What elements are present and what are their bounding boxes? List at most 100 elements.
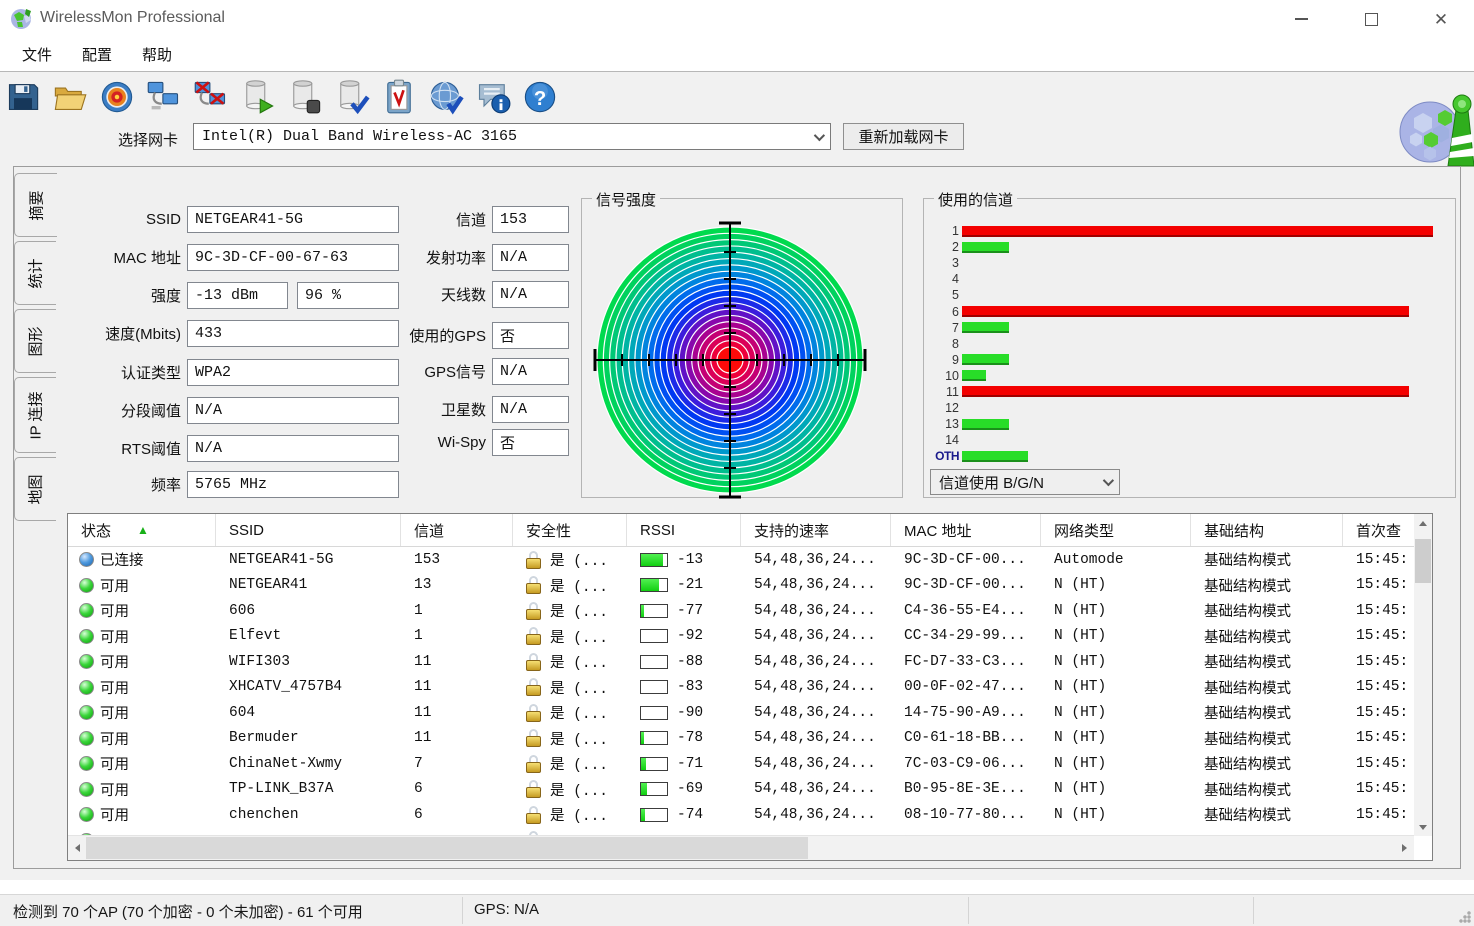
channel-bar [962, 419, 1009, 430]
cell: Bermuder [216, 730, 401, 746]
table-row[interactable]: 可用NETGEAR4113是 (...-2154,48,36,24...9C-3… [68, 573, 1414, 599]
cell: -69 [627, 781, 741, 797]
chevron-down-icon [814, 129, 825, 140]
cell: 基础结构模式 [1191, 779, 1343, 800]
channel-label: 12 [930, 401, 962, 415]
field-label-antenna-count: 天线数 [344, 284, 486, 305]
cell: -92 [627, 628, 741, 644]
status-sphere-icon [79, 705, 94, 720]
help-icon[interactable]: ? [522, 79, 558, 115]
disconnect-network-icon[interactable] [193, 79, 229, 115]
menu-item-help[interactable]: 帮助 [132, 40, 182, 69]
table-row[interactable]: 已连接NETGEAR41-5G153是 (...-1354,48,36,24..… [68, 547, 1414, 573]
cell: 9C-3D-CF-00... [891, 577, 1041, 593]
horizontal-scrollbar[interactable] [68, 835, 1414, 860]
cell: C4-36-55-E4... [891, 603, 1041, 619]
adapter-combobox[interactable]: Intel(R) Dual Band Wireless-AC 3165 [193, 123, 831, 150]
table-row[interactable]: 可用ChinaNet-Xwmy7是 (...-7154,48,36,24...7… [68, 751, 1414, 777]
cell: 可用 [68, 575, 216, 596]
channel-row-1: 1 [930, 223, 1447, 239]
cell: B0-95-8E-3E... [891, 781, 1041, 797]
open-folder-icon[interactable] [52, 79, 88, 115]
table-row[interactable]: 可用chenchen6是 (...-7454,48,36,24...08-10-… [68, 802, 1414, 828]
channel-usage-selector-value: 信道使用 B/G/N [939, 472, 1044, 493]
web-check-icon[interactable] [428, 79, 464, 115]
table-row[interactable]: 可用Bermuder11是 (...-7854,48,36,24...C0-61… [68, 726, 1414, 752]
signal-strength-group: 信号强度 [581, 198, 903, 498]
maximize-button[interactable] [1348, 0, 1394, 38]
field-row-gps-signal: GPS信号N/A [14, 358, 574, 385]
cell: WIFI303 [216, 654, 401, 670]
vertical-scrollbar[interactable] [1414, 514, 1432, 836]
column-header-4[interactable]: RSSI [627, 514, 741, 546]
log-stop-icon[interactable] [287, 79, 323, 115]
cell: 15:45: [1343, 577, 1414, 593]
cell: 基础结构模式 [1191, 549, 1343, 570]
log-run-icon[interactable] [240, 79, 276, 115]
channel-bar [962, 386, 1409, 397]
cell: 可用 [68, 677, 216, 698]
channel-bar [962, 354, 1009, 365]
column-header-3[interactable]: 安全性 [513, 514, 627, 546]
field-value-wi-spy[interactable]: 否 [492, 429, 569, 456]
menu-item-config[interactable]: 配置 [72, 40, 122, 69]
reload-adapter-button[interactable]: 重新加载网卡 [843, 123, 964, 150]
table-row[interactable]: 可用60411是 (...-9054,48,36,24...14-75-90-A… [68, 700, 1414, 726]
lock-icon [526, 653, 541, 671]
channel-usage-selector[interactable]: 信道使用 B/G/N [930, 469, 1120, 495]
channel-bar [962, 451, 1028, 462]
target-icon[interactable] [99, 79, 135, 115]
field-label-wi-spy: Wi-Spy [344, 434, 486, 451]
field-value-frequency[interactable]: 5765 MHz [187, 471, 399, 498]
report-clipboard-icon[interactable] [381, 79, 417, 115]
cell: 13 [401, 577, 513, 593]
column-header-6[interactable]: MAC 地址 [891, 514, 1041, 546]
connect-network-icon[interactable] [146, 79, 182, 115]
column-header-1[interactable]: SSID [216, 514, 401, 546]
minimize-button[interactable] [1278, 0, 1324, 38]
horizontal-scrollbar-thumb[interactable] [86, 837, 808, 859]
cell: 是 (... [513, 702, 627, 723]
cell: 是 (... [513, 753, 627, 774]
table-row[interactable]: 可用Elfevt1是 (...-9254,48,36,24...CC-34-29… [68, 624, 1414, 650]
scroll-right-arrow[interactable] [1396, 839, 1414, 856]
column-header-2[interactable]: 信道 [401, 514, 513, 546]
field-value-gps-signal[interactable]: N/A [492, 358, 569, 385]
log-verify-icon[interactable] [334, 79, 370, 115]
table-row[interactable]: 可用XHCATV_4757B411是 (...-8354,48,36,24...… [68, 675, 1414, 701]
field-value-antenna-count[interactable]: N/A [492, 281, 569, 308]
cell: 基础结构模式 [1191, 753, 1343, 774]
channel-bar [962, 306, 1409, 317]
column-header-7[interactable]: 网络类型 [1041, 514, 1191, 546]
menu-item-file[interactable]: 文件 [12, 40, 62, 69]
title-bar: WirelessMon Professional ✕ [0, 0, 1474, 38]
table-row[interactable]: 可用6061是 (...-7754,48,36,24...C4-36-55-E4… [68, 598, 1414, 624]
cell: 1 [401, 603, 513, 619]
column-header-9[interactable]: 首次查 [1343, 514, 1416, 546]
scroll-left-arrow[interactable] [68, 839, 86, 856]
field-row-wi-spy: Wi-Spy 否 [14, 429, 574, 456]
column-header-0[interactable]: 状态▲ [68, 514, 216, 546]
table-row[interactable]: 可用TP-LINK_B37A6是 (...-6954,48,36,24...B0… [68, 777, 1414, 803]
lock-icon [526, 806, 541, 824]
field-value-satellite-count[interactable]: N/A [492, 396, 569, 423]
resize-grip[interactable] [1459, 911, 1471, 923]
scroll-up-arrow[interactable] [1414, 514, 1432, 531]
cell: -88 [627, 654, 741, 670]
table-row[interactable]: 可用WIFI30311是 (...-8854,48,36,24...FC-D7-… [68, 649, 1414, 675]
column-header-5[interactable]: 支持的速率 [741, 514, 891, 546]
field-value-tx-power[interactable]: N/A [492, 244, 569, 271]
cell: ChinaNet-Xwmy [216, 756, 401, 772]
close-button[interactable]: ✕ [1418, 0, 1464, 38]
field-value-channel[interactable]: 153 [492, 206, 569, 233]
field-value-gps-used[interactable]: 否 [492, 322, 569, 349]
scroll-down-arrow[interactable] [1414, 819, 1432, 836]
vertical-scrollbar-thumb[interactable] [1415, 539, 1431, 583]
channel-bar [962, 322, 1009, 333]
cell: XHCATV_4757B4 [216, 679, 401, 695]
lock-icon [526, 551, 541, 569]
column-header-8[interactable]: 基础结构 [1191, 514, 1343, 546]
cell: 可用 [68, 702, 216, 723]
save-icon[interactable] [5, 79, 41, 115]
feedback-info-icon[interactable] [475, 79, 511, 115]
